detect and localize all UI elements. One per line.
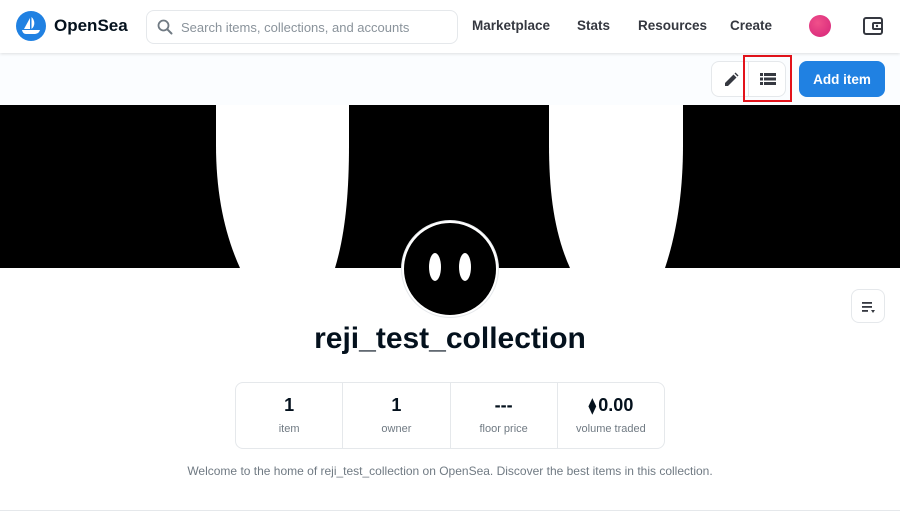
sort-icon [862,302,875,313]
stat-label: item [278,423,300,435]
stat-label: owner [381,423,412,435]
collection-description: Welcome to the home of reji_test_collect… [187,464,713,478]
stat-owners[interactable]: 1 owner [343,383,451,448]
add-item-button[interactable]: Add item [799,61,885,97]
profile-avatar[interactable] [809,15,831,37]
opensea-boat-icon [16,11,46,41]
stat-value: ⧫ 0.00 [558,395,664,417]
search-icon [157,19,173,35]
stat-value: 1 [284,395,295,415]
search-bar[interactable] [146,10,458,44]
stat-volume-traded[interactable]: ⧫ 0.00 volume traded [558,383,664,448]
nav-create[interactable]: Create [730,18,772,33]
brand-name: OpenSea [54,16,128,35]
stat-label: floor price [479,423,528,435]
stat-value: 1 [391,395,402,415]
stat-items[interactable]: 1 item [236,383,344,448]
stat-floor-price: --- floor price [451,383,558,448]
stat-label: volume traded [576,423,646,435]
volume-value: 0.00 [598,395,634,415]
wallet-icon[interactable] [862,15,884,37]
search-input[interactable] [181,19,441,35]
collection-title: reji_test_collection [314,322,586,355]
stat-value: --- [494,395,513,415]
ethereum-icon: ⧫ [588,398,597,415]
top-header: OpenSea Marketplace Stats Resources Crea… [0,0,900,53]
divider [0,510,900,511]
highlight-box [743,55,792,102]
nav-marketplace[interactable]: Marketplace [472,18,550,33]
sort-button[interactable] [851,289,885,323]
pencil-icon [725,72,739,86]
nav-resources[interactable]: Resources [638,18,707,33]
nav-stats[interactable]: Stats [577,18,610,33]
collection-profile-image [402,221,498,317]
opensea-logo[interactable]: OpenSea [16,11,128,41]
collection-stats: 1 item 1 owner --- floor price ⧫ 0.00 vol… [235,382,665,449]
